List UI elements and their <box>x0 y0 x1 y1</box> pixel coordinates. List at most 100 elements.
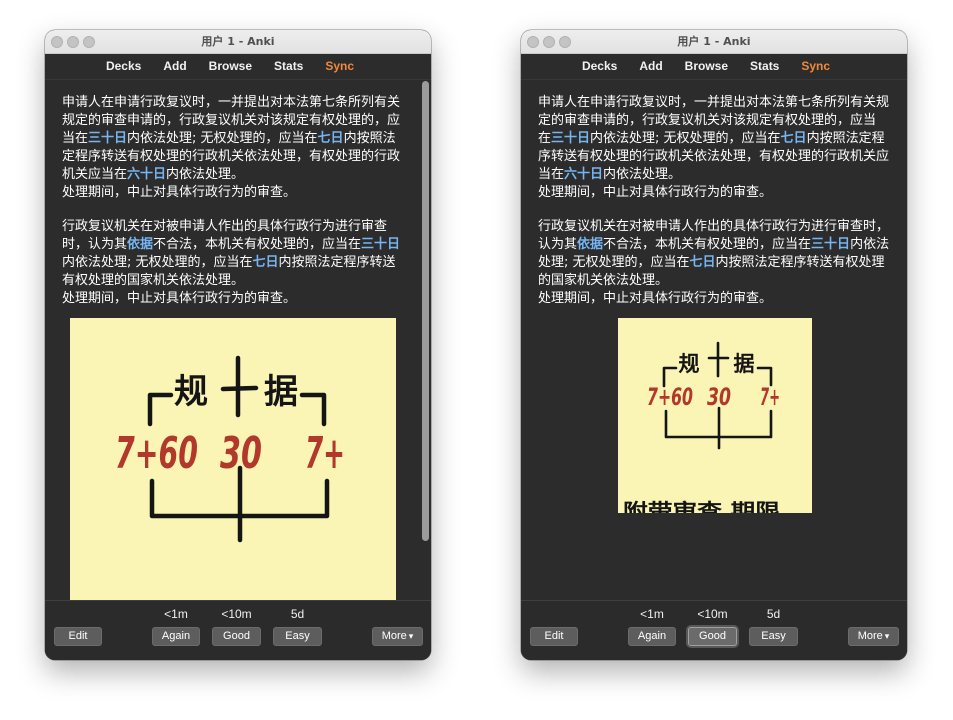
text-segment: 行政复议机关在对被申请人作出的具体行政行为进行审查 <box>62 219 388 234</box>
toolbar-browse[interactable]: Browse <box>685 59 728 73</box>
text-segment: 处理期间，中止对具体行政行为的审查。 <box>538 185 773 200</box>
text-segment: 在 <box>538 131 552 146</box>
toolbar-stats[interactable]: Stats <box>274 59 303 73</box>
edit-button[interactable]: Edit <box>54 627 102 646</box>
text-line: 处理; 无权处理的，应当在七日内按照法定程序转送有权处理 <box>538 254 907 272</box>
text-line: 时，认为其依据不合法，本机关有权处理的，应当在三十日 <box>62 236 431 254</box>
zoom-window-button[interactable] <box>83 36 95 48</box>
more-button[interactable]: More ▾ <box>848 627 899 646</box>
text-line: 行政复议机关在对被申请人作出的具体行政行为进行审查时， <box>538 218 907 236</box>
highlighted-term: 七日 <box>780 131 807 146</box>
handwritten-diagram: 规 据 7+60 30 7+ 附带审查 期限 <box>623 341 780 513</box>
toolbar-add[interactable]: Add <box>163 59 186 73</box>
text-segment: 申请人在申请行政复议时，一并提出对本法第七条所列有关规 <box>538 95 890 110</box>
more-label: More <box>857 630 883 642</box>
edit-button[interactable]: Edit <box>530 627 578 646</box>
highlighted-term: 六十日 <box>564 167 604 182</box>
window-title: 用户 1 - Anki <box>677 35 751 48</box>
text-line: 定的审查申请的，行政复议机关对该规定有权处理的，应当 <box>538 112 907 130</box>
close-window-button[interactable] <box>51 36 63 48</box>
toolbar-sync[interactable]: Sync <box>325 59 354 73</box>
highlighted-term: 七日 <box>252 255 279 270</box>
title-bar[interactable]: 用户 1 - Anki <box>521 30 907 54</box>
text-segment: 定的审查申请的，行政复议机关对该规定有权处理的，应当 <box>538 113 877 128</box>
text-segment: 内按照法 <box>343 131 396 146</box>
again-button[interactable]: Again <box>152 627 200 646</box>
text-line: 在三十日内依法处理; 无权处理的，应当在七日内按照法定程 <box>538 130 907 148</box>
text-segment: 内依法处理。 <box>166 167 245 182</box>
interval-good: <10m <box>221 607 252 621</box>
toolbar-sync[interactable]: Sync <box>801 59 830 73</box>
zoom-window-button[interactable] <box>559 36 571 48</box>
caret-down-icon: ▾ <box>884 632 890 642</box>
text-line: 申请人在申请行政复议时，一并提出对本法第七条所列有关 <box>62 94 431 112</box>
title-bar[interactable]: 用户 1 - Anki <box>45 30 431 54</box>
card-reviewer: 申请人在申请行政复议时，一并提出对本法第七条所列有关规定的审查申请的，行政复议机… <box>521 80 907 600</box>
text-line: 机关应当在六十日内依法处理。 <box>62 166 431 184</box>
label-ju: 据 <box>264 372 298 412</box>
text-segment: 的国家机关依法处理。 <box>538 273 669 288</box>
highlighted-term: 三十日 <box>88 131 128 146</box>
anki-window-left: 用户 1 - Anki Decks Add Browse Stats Sync … <box>45 30 431 660</box>
highlighted-term: 三十日 <box>551 131 591 146</box>
text-segment: 处理; 无权处理的，应当在 <box>538 255 690 270</box>
highlighted-term: 三十日 <box>811 237 851 252</box>
main-toolbar: Decks Add Browse Stats Sync <box>521 54 907 80</box>
card-paragraph: 行政复议机关在对被申请人作出的具体行政行为进行审查时， 认为其依据不合法，本机关有… <box>538 218 907 308</box>
label-gui: 规 <box>679 352 700 376</box>
again-button[interactable]: Again <box>628 627 676 646</box>
more-label: More <box>381 630 407 642</box>
highlighted-term: 七日 <box>689 255 716 270</box>
label-days-right: 7+ <box>760 383 780 411</box>
label-days-left: 7+60 <box>647 383 693 411</box>
text-line: 定程序转送有权处理的行政机关依法处理，有权处理的行政 <box>62 148 431 166</box>
card-reviewer: 申请人在申请行政复议时，一并提出对本法第七条所列有关规定的审查申请的，行政复议机… <box>45 80 431 600</box>
text-line: 行政复议机关在对被申请人作出的具体行政行为进行审查 <box>62 218 431 236</box>
text-segment: 不合法，本机关有权处理的，应当在 <box>153 237 362 252</box>
toolbar-decks[interactable]: Decks <box>582 59 617 73</box>
card-text: 申请人在申请行政复议时，一并提出对本法第七条所列有关规定的审查申请的，行政复议机… <box>521 80 907 308</box>
minimize-window-button[interactable] <box>543 36 555 48</box>
highlighted-term: 六十日 <box>127 167 167 182</box>
more-button[interactable]: More ▾ <box>372 627 423 646</box>
toolbar-decks[interactable]: Decks <box>106 59 141 73</box>
minimize-window-button[interactable] <box>67 36 79 48</box>
text-segment: 当在 <box>538 167 565 182</box>
text-line: 序转送有权处理的行政机关依法处理，有权处理的行政机关应 <box>538 148 907 166</box>
text-segment: 内依法处理; 无权处理的，应当在 <box>62 255 253 270</box>
close-window-button[interactable] <box>527 36 539 48</box>
toolbar-stats[interactable]: Stats <box>750 59 779 73</box>
upper-bracket-left <box>147 392 174 427</box>
text-line: 处理期间，中止对具体行政行为的审查。 <box>538 184 907 202</box>
text-segment: 时，认为其 <box>62 237 128 252</box>
upper-bracket-right <box>299 392 327 427</box>
easy-button[interactable]: Easy <box>749 627 798 646</box>
text-segment: 内依法处理; 无权处理的，应当在 <box>127 131 318 146</box>
cross-stroke <box>707 341 730 378</box>
interval-again: <1m <box>640 607 664 621</box>
handwritten-diagram: 规 据 7+60 30 7+ <box>115 355 345 543</box>
easy-button[interactable]: Easy <box>273 627 322 646</box>
text-line: 当在六十日内依法处理。 <box>538 166 907 184</box>
text-segment: 认为其 <box>538 237 578 252</box>
card-paragraph: 申请人在申请行政复议时，一并提出对本法第七条所列有关规定的审查申请的，行政复议机… <box>62 94 431 202</box>
text-segment: 当在 <box>62 131 89 146</box>
text-line: 有权处理的国家机关依法处理。 <box>62 272 431 290</box>
label-days-mid: 30 <box>707 383 731 411</box>
text-segment: 内按照法定程序转送有权处理 <box>715 255 885 270</box>
main-toolbar: Decks Add Browse Stats Sync <box>45 54 431 80</box>
text-segment: 处理期间，中止对具体行政行为的审查。 <box>62 291 297 306</box>
highlighted-term: 三十日 <box>361 237 401 252</box>
highlighted-term: 依据 <box>577 237 604 252</box>
good-button[interactable]: Good <box>212 627 261 646</box>
text-line: 内依法处理; 无权处理的，应当在七日内按照法定程序转送 <box>62 254 431 272</box>
text-segment: 内依法处理。 <box>603 167 682 182</box>
card-image: 规 据 7+60 30 7+ 附带审查 期限 <box>618 318 812 513</box>
good-button[interactable]: Good <box>688 627 737 646</box>
toolbar-browse[interactable]: Browse <box>209 59 252 73</box>
toolbar-add[interactable]: Add <box>639 59 662 73</box>
vertical-scrollbar[interactable] <box>422 81 429 541</box>
text-segment: 有权处理的国家机关依法处理。 <box>62 273 245 288</box>
text-segment: 内按照法定程序转送 <box>278 255 396 270</box>
answer-bar: <1m <10m 5d Edit Again Good Easy More ▾ <box>45 600 431 660</box>
